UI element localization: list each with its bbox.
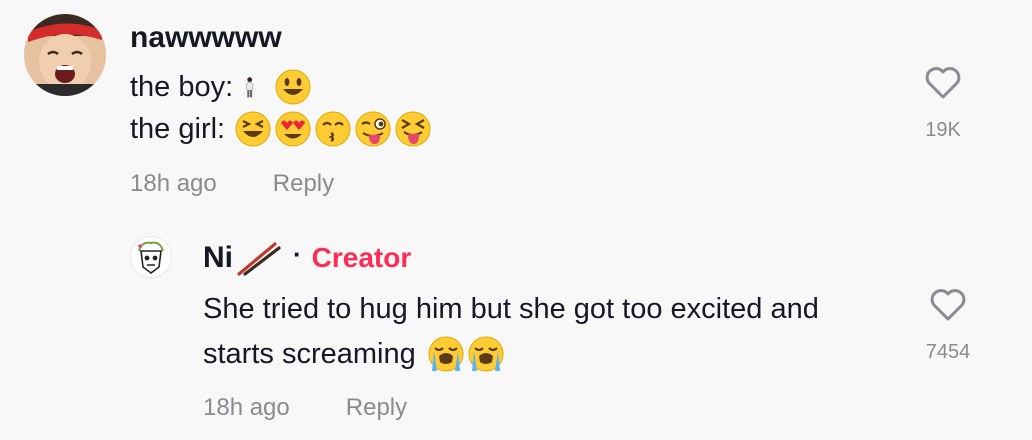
- comment-text-line-2: the girl:: [130, 110, 431, 148]
- laughing-squint-emoji: [235, 111, 271, 147]
- reply-text: She tried to hug him but she got too exc…: [203, 293, 819, 325]
- reply-text: starts screaming: [203, 338, 416, 370]
- creator-username-row: Ni · Creator: [203, 239, 412, 276]
- avatar-image: [24, 14, 106, 96]
- comment-thread: nawwwww the boy: the girl: 18h ago Reply…: [0, 0, 1032, 440]
- comment-timestamp: 18h ago: [130, 170, 217, 197]
- reply-timestamp: 18h ago: [203, 394, 290, 421]
- creator-badge: Creator: [311, 242, 412, 273]
- comment-text: the girl:: [130, 113, 226, 145]
- loudly-crying-emoji: [428, 336, 464, 372]
- reply-text-line-1: She tried to hug him but she got too exc…: [203, 290, 819, 328]
- avatar-image: [131, 237, 171, 277]
- comment-text-line-1: the boy:: [130, 68, 311, 106]
- reply-text-line-2: starts screaming: [203, 335, 504, 373]
- kissing-smile-eyes-emoji: [315, 111, 351, 147]
- chopsticks-emoji: [237, 242, 281, 276]
- like-count: 7454: [925, 341, 971, 363]
- smiling-face-emoji: [275, 69, 311, 105]
- like-button[interactable]: 7454: [903, 286, 993, 364]
- reply-button[interactable]: Reply: [273, 169, 334, 199]
- reply-meta: 18h ago Reply: [203, 393, 407, 423]
- separator-dot: ·: [293, 239, 302, 269]
- creator-username[interactable]: Ni: [203, 240, 233, 276]
- heart-outline-icon[interactable]: [923, 64, 963, 100]
- squinting-tongue-emoji: [395, 111, 431, 147]
- person-standing-emoji: [246, 77, 254, 98]
- comment-meta: 18h ago Reply: [130, 169, 334, 199]
- reply-button[interactable]: Reply: [346, 393, 407, 423]
- heart-outline-icon[interactable]: [928, 286, 968, 322]
- loudly-crying-emoji: [468, 336, 504, 372]
- heart-eyes-emoji: [275, 111, 311, 147]
- commenter-username[interactable]: nawwwww: [130, 20, 282, 56]
- commenter-avatar[interactable]: [24, 14, 106, 96]
- winking-tongue-emoji: [355, 111, 391, 147]
- like-button[interactable]: 19K: [898, 64, 988, 142]
- like-count: 19K: [925, 119, 961, 141]
- comment-text: the boy:: [130, 71, 234, 103]
- creator-avatar[interactable]: [130, 236, 172, 278]
